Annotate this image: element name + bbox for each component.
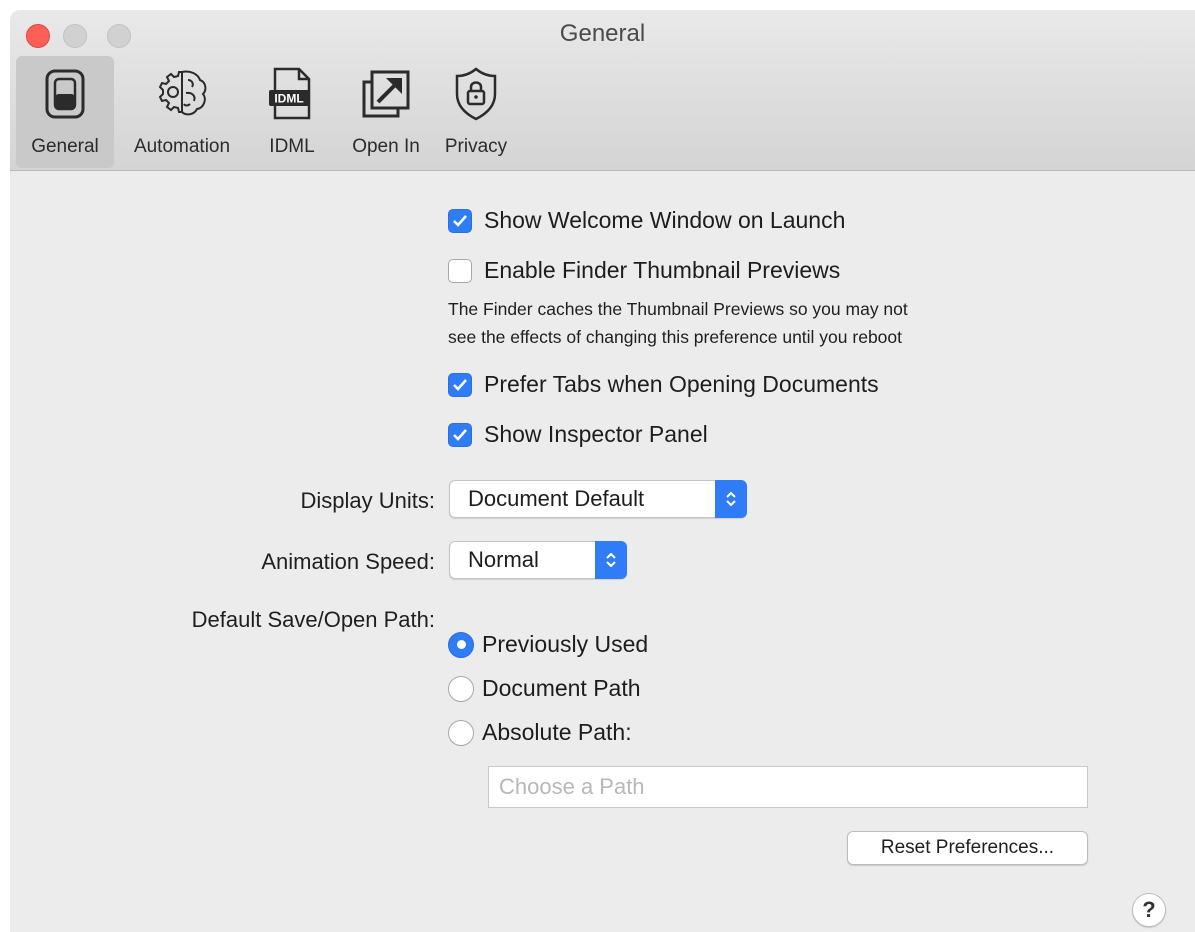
chevron-up-down-icon xyxy=(715,479,747,518)
shield-lock-icon xyxy=(444,62,508,126)
animation-speed-popup[interactable]: Normal xyxy=(449,540,627,579)
show-inspector-label: Show Inspector Panel xyxy=(484,421,708,447)
finder-thumbnails-option[interactable]: Enable Finder Thumbnail Previews xyxy=(448,257,840,284)
tab-privacy[interactable]: Privacy xyxy=(434,56,518,168)
tab-automation-label: Automation xyxy=(133,136,231,157)
checkmark-icon xyxy=(453,428,467,441)
show-welcome-label: Show Welcome Window on Launch xyxy=(484,207,846,233)
radio-absolute-path-label: Absolute Path: xyxy=(482,719,632,745)
idml-file-icon: IDML xyxy=(260,62,324,126)
svg-text:IDML: IDML xyxy=(274,92,303,106)
tab-general-label: General xyxy=(31,136,99,157)
prefer-tabs-option[interactable]: Prefer Tabs when Opening Documents xyxy=(448,371,879,398)
switch-icon xyxy=(33,62,97,126)
preferences-window: General General Automation IDML IDML Ope… xyxy=(10,10,1195,932)
animation-speed-value: Normal xyxy=(468,547,539,572)
checkmark-icon xyxy=(453,214,467,227)
finder-thumbnails-label: Enable Finder Thumbnail Previews xyxy=(484,257,841,283)
checkmark-icon xyxy=(453,378,467,391)
finder-thumbnails-note: The Finder caches the Thumbnail Previews… xyxy=(448,295,908,351)
absolute-path-field[interactable] xyxy=(488,766,1088,808)
radio-document-path-label: Document Path xyxy=(482,675,641,701)
radio-document-path-button[interactable] xyxy=(448,675,474,702)
display-units-label: Display Units: xyxy=(300,488,435,513)
tab-privacy-label: Privacy xyxy=(444,136,508,157)
radio-previously-used-button[interactable] xyxy=(448,631,474,658)
radio-previously-used[interactable]: Previously Used xyxy=(448,631,648,658)
radio-document-path[interactable]: Document Path xyxy=(448,675,641,702)
title-bar: General General Automation IDML IDML Ope… xyxy=(10,10,1195,171)
tab-general[interactable]: General xyxy=(16,56,114,168)
prefer-tabs-checkbox[interactable] xyxy=(448,372,472,397)
brain-gear-icon xyxy=(150,62,214,126)
show-welcome-option[interactable]: Show Welcome Window on Launch xyxy=(448,207,845,234)
finder-note-line-2: see the effects of changing this prefere… xyxy=(448,327,903,347)
help-button[interactable]: ? xyxy=(1132,893,1166,927)
show-inspector-option[interactable]: Show Inspector Panel xyxy=(448,421,708,448)
animation-speed-label: Animation Speed: xyxy=(261,549,435,574)
open-in-arrow-icon xyxy=(354,62,418,126)
radio-previously-used-label: Previously Used xyxy=(482,631,649,657)
tab-automation[interactable]: Automation xyxy=(120,56,244,168)
show-inspector-checkbox[interactable] xyxy=(448,422,472,447)
finder-note-line-1: The Finder caches the Thumbnail Previews… xyxy=(448,299,908,319)
show-welcome-checkbox[interactable] xyxy=(448,208,472,233)
window-title: General xyxy=(559,20,646,47)
display-units-value: Document Default xyxy=(468,486,645,511)
tab-idml-label: IDML xyxy=(269,136,315,157)
general-settings-pane: Show Welcome Window on Launch Enable Fin… xyxy=(10,171,1195,932)
tab-idml[interactable]: IDML IDML xyxy=(260,56,324,168)
display-units-popup[interactable]: Document Default xyxy=(449,479,747,518)
chevron-up-down-icon xyxy=(595,540,627,579)
radio-absolute-path[interactable]: Absolute Path: xyxy=(448,719,632,746)
tab-open-in[interactable]: Open In xyxy=(342,56,430,168)
tab-open-in-label: Open In xyxy=(352,136,420,157)
radio-absolute-path-button[interactable] xyxy=(448,719,474,746)
save-path-label: Default Save/Open Path: xyxy=(191,607,435,632)
reset-preferences-button[interactable]: Reset Preferences... xyxy=(847,831,1088,865)
prefer-tabs-label: Prefer Tabs when Opening Documents xyxy=(484,371,879,397)
finder-thumbnails-checkbox[interactable] xyxy=(448,258,472,283)
